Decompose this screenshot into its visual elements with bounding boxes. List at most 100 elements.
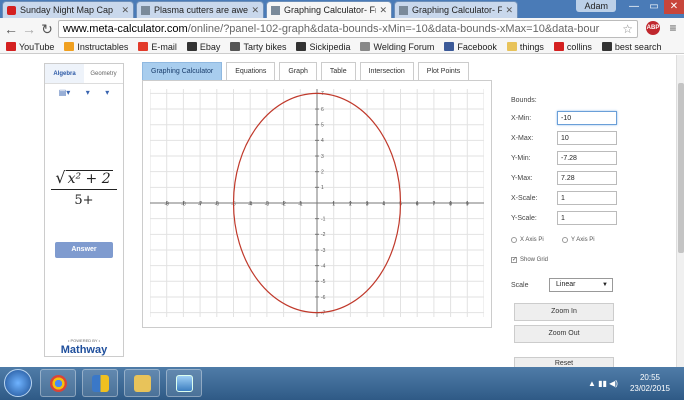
start-button-icon[interactable] [4, 369, 32, 397]
tab-table[interactable]: Table [320, 62, 356, 80]
browser-tab[interactable]: Graphing Calculator- Free ✕ [394, 1, 518, 18]
tab-intersection[interactable]: Intersection [359, 62, 414, 80]
taskbar-chrome[interactable] [40, 369, 76, 397]
scrollbar-thumb[interactable] [678, 83, 684, 253]
ymin-input[interactable] [557, 151, 617, 165]
close-tab-icon[interactable]: ✕ [505, 5, 513, 16]
scale-label: Scale [511, 282, 529, 289]
y-axis-pi-option[interactable]: Y Axis Pi [562, 237, 595, 243]
windows-taskbar: ▲ ▮▮ ◀) 20:55 23/02/2015 [0, 367, 684, 400]
tab-equations[interactable]: Equations [226, 62, 276, 80]
bookmark-item[interactable]: Instructables [64, 42, 128, 52]
page-scrollbar[interactable] [676, 55, 684, 367]
bookmark-icon [360, 42, 371, 51]
x-tick-label: -8 [181, 202, 186, 208]
x-tick-label: -1 [298, 202, 303, 208]
x-tick-label: -9 [164, 202, 169, 208]
clock-date: 23/02/2015 [629, 384, 670, 393]
y-tick-label: -4 [321, 263, 326, 269]
y-tick-label: -1 [321, 216, 326, 222]
adblock-icon[interactable]: ABP [646, 21, 660, 35]
bookmark-item[interactable]: best search [601, 41, 662, 52]
bookmark-item[interactable]: collins [553, 42, 592, 52]
math-expression[interactable]: √ x² + 2 5+ [45, 168, 123, 208]
xscale-label: X-Scale: [511, 195, 538, 202]
ymax-label: Y-Max: [511, 175, 533, 182]
bookmark-item[interactable]: Sickipedia [296, 42, 350, 52]
bookmark-label: Ebay [199, 41, 221, 52]
bookmark-icon [6, 42, 16, 51]
ymax-input[interactable] [557, 171, 617, 185]
tray-icons[interactable]: ▲ ▮▮ ◀) [588, 379, 618, 388]
y-tick-label: -3 [321, 248, 326, 254]
bounds-label: Bounds: [511, 97, 537, 104]
xmin-input[interactable] [557, 111, 617, 125]
y-tick-label: -2 [321, 232, 326, 238]
bookmark-item[interactable]: YouTube [6, 42, 54, 52]
xmax-input[interactable] [557, 131, 617, 145]
graph-canvas[interactable]: -9 -8 -7 -6 -5 -4 -3 -2 -1 1 2 3 4 5 6 7 8 9-7-6-5-4-3-2-… [150, 89, 484, 317]
address-bar[interactable]: www.meta-calculator.com/online/?panel-10… [58, 20, 638, 38]
answer-button[interactable]: Answer [55, 242, 113, 258]
y-tick-label: 1 [321, 185, 324, 191]
yscale-input[interactable] [557, 211, 617, 225]
bookmark-item[interactable]: Tarty bikes [230, 42, 286, 52]
taskbar-security-center[interactable] [82, 369, 118, 397]
close-window-icon[interactable]: ✕ [664, 0, 684, 14]
bookmark-item[interactable]: Ebay [186, 41, 221, 52]
maximize-icon[interactable]: ▭ [644, 0, 664, 14]
x-tick-label: 2 [349, 202, 352, 208]
symbols-tool-icon[interactable]: ▾ [86, 88, 90, 97]
url-path: /online/?panel-102-graph&data-bounds-xMi… [187, 23, 600, 35]
taskbar-photo-viewer[interactable] [166, 369, 202, 397]
tab-algebra[interactable]: Algebra [45, 64, 84, 83]
forward-icon[interactable]: → [20, 20, 38, 38]
tab-plot-points[interactable]: Plot Points [417, 62, 470, 80]
subject-tabs: Algebra Geometry [45, 64, 123, 84]
xscale-input[interactable] [557, 191, 617, 205]
mathway-logo[interactable]: Mathway [45, 344, 123, 356]
system-tray: ▲ ▮▮ ◀) 20:55 23/02/2015 [588, 370, 670, 396]
bookmark-label: best search [614, 41, 662, 52]
xmin-label: X-Min: [511, 115, 532, 122]
browser-tab[interactable]: Sunday Night Map Cap ✕ [2, 1, 134, 18]
scale-select[interactable]: Linear ▼ [549, 278, 613, 292]
browser-tab-active[interactable]: Graphing Calculator- Free ✕ [266, 1, 392, 18]
radio-icon [511, 237, 517, 243]
bookmark-item[interactable]: things [506, 42, 544, 52]
functions-tool-icon[interactable]: ▾ [105, 88, 109, 97]
bookmark-icon [444, 42, 455, 51]
x-tick-label: 1 [332, 202, 335, 208]
browser-tab-strip: Sunday Night Map Cap ✕ Plasma cutters ar… [0, 0, 684, 18]
zoom-in-button[interactable]: Zoom In [514, 303, 614, 321]
taskbar-explorer[interactable] [124, 369, 160, 397]
back-icon[interactable]: ← [2, 20, 20, 38]
x-axis-pi-option[interactable]: X Axis Pi [511, 237, 544, 243]
chrome-menu-icon[interactable]: ≡ [666, 21, 680, 35]
radicand: x² + 2 [65, 170, 113, 187]
y-tick-label: 3 [321, 154, 324, 160]
browser-user-badge[interactable]: Adam [576, 0, 616, 12]
bookmark-star-icon[interactable]: ☆ [622, 22, 633, 36]
format-tool-icon[interactable]: ▤▾ [59, 88, 71, 97]
close-tab-icon[interactable]: ✕ [379, 5, 387, 16]
x-tick-label: -7 [198, 202, 203, 208]
tab-geometry[interactable]: Geometry [84, 64, 123, 83]
tab-graph[interactable]: Graph [279, 62, 317, 80]
close-tab-icon[interactable]: ✕ [121, 5, 129, 16]
bookmark-item[interactable]: Welding Forum [360, 42, 434, 52]
clock[interactable]: 20:55 23/02/2015 [630, 372, 670, 394]
browser-tab[interactable]: Plasma cutters are aweso ✕ [136, 1, 264, 18]
reload-icon[interactable]: ↻ [38, 20, 56, 38]
tab-graphing-calculator[interactable]: Graphing Calculator [142, 62, 223, 80]
minimize-icon[interactable]: — [624, 0, 644, 14]
bookmark-label: Facebook [457, 41, 497, 52]
y-tick-label: -5 [321, 279, 326, 285]
show-grid-checkbox[interactable]: ✓ Show Grid [511, 257, 548, 263]
bookmark-icon [553, 42, 564, 51]
bookmark-item[interactable]: Facebook [444, 42, 497, 52]
bookmark-item[interactable]: E-mail [138, 42, 177, 52]
dropdown-arrow-icon: ▼ [602, 282, 608, 288]
close-tab-icon[interactable]: ✕ [251, 5, 259, 16]
zoom-out-button[interactable]: Zoom Out [514, 325, 614, 343]
